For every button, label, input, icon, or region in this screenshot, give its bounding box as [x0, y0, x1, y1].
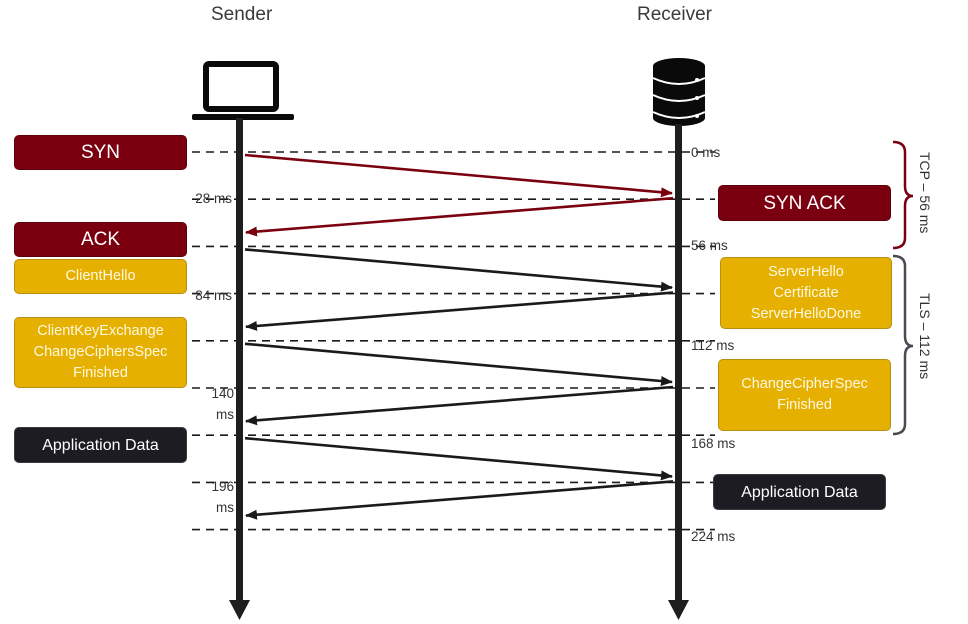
timestamp-168ms: 168 ms: [691, 436, 736, 451]
ack-message: ACK: [14, 222, 187, 257]
timestamp-140ms-unit: ms: [216, 407, 234, 422]
message-arrow-2: [245, 196, 674, 237]
timestamp-196ms: 196 ms: [190, 476, 234, 518]
message-arrow-7: [244, 436, 673, 481]
timestamp-196ms-unit: ms: [216, 500, 234, 515]
client-hello-label: ClientHello: [65, 268, 136, 284]
message-arrow-5: [244, 342, 673, 386]
change-cipher-spec-message: ChangeCipherSpec Finished: [718, 359, 891, 431]
server-hello-line-1: ServerHello: [768, 263, 844, 280]
change-cipher-spec-line-2: Finished: [777, 397, 832, 413]
sender-lifeline: [229, 118, 250, 620]
timestamp-112ms: 112 ms: [691, 338, 735, 353]
client-key-exchange-line-3: Finished: [73, 365, 128, 381]
laptop-icon: [192, 61, 294, 120]
timestamp-224ms: 224 ms: [691, 529, 736, 544]
sender-title: Sender: [211, 4, 273, 25]
syn-ack-message: SYN ACK: [718, 185, 891, 221]
syn-message: SYN: [14, 135, 187, 170]
message-arrow-1: [244, 153, 673, 198]
client-hello-message: ClientHello: [14, 259, 187, 294]
server-hello-message: ServerHello Certificate ServerHelloDone: [720, 257, 892, 329]
message-arrow-3: [244, 248, 673, 292]
tcp-phase-brace: [892, 140, 914, 250]
server-hello-line-3: ServerHelloDone: [750, 305, 862, 322]
receiver-application-data-message: Application Data: [713, 474, 886, 510]
receiver-title: Receiver: [637, 4, 712, 25]
client-key-exchange-message: ClientKeyExchange ChangeCiphersSpec Fini…: [14, 317, 187, 388]
message-arrow-6: [245, 385, 674, 426]
server-hello-line-2: Certificate: [773, 284, 839, 301]
tcp-phase-label: TCP – 56 ms: [917, 152, 933, 234]
client-key-exchange-line-2: ChangeCiphersSpec: [33, 344, 168, 360]
timestamp-84ms: 84 ms: [195, 288, 232, 303]
tls-phase-label: TLS – 112 ms: [917, 293, 933, 380]
timestamp-28ms: 28 ms: [195, 191, 232, 206]
syn-ack-label: SYN ACK: [763, 192, 846, 214]
database-server-icon: [652, 58, 706, 126]
timestamp-140ms: 140 ms: [190, 383, 234, 425]
timestamp-56ms: 56 ms: [691, 238, 728, 253]
message-arrow-8: [245, 480, 674, 520]
timestamp-196ms-value: 196: [211, 479, 234, 494]
change-cipher-spec-line-1: ChangeCipherSpec: [741, 376, 868, 392]
timestamp-140ms-value: 140: [211, 386, 234, 401]
receiver-application-data-label: Application Data: [741, 483, 858, 501]
message-arrows: [244, 153, 674, 520]
syn-label: SYN: [80, 142, 121, 163]
client-key-exchange-line-1: ClientKeyExchange: [37, 323, 164, 339]
sender-application-data-message: Application Data: [14, 427, 187, 463]
sender-application-data-label: Application Data: [42, 436, 159, 454]
tls-phase-brace: [892, 254, 914, 436]
message-arrow-4: [245, 291, 674, 331]
ack-label: ACK: [80, 229, 121, 250]
timestamp-0ms: 0 ms: [691, 145, 721, 160]
